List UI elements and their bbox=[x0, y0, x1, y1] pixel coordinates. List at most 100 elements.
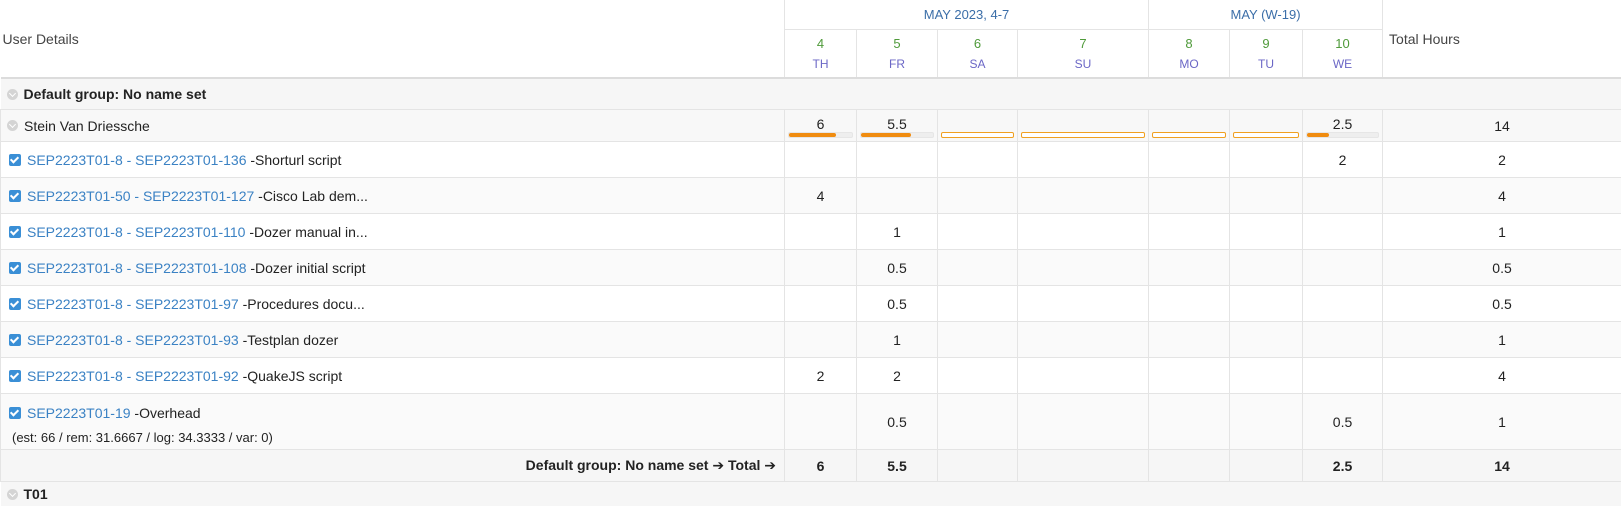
task-checkbox[interactable] bbox=[9, 406, 21, 419]
task-checkbox[interactable] bbox=[9, 369, 21, 382]
task-day-hours[interactable] bbox=[1302, 177, 1384, 214]
task-day-hours[interactable] bbox=[1302, 213, 1384, 250]
task-day-hours[interactable] bbox=[784, 213, 857, 250]
task-link[interactable]: SEP2223T01-8 - SEP2223T01-97 bbox=[27, 296, 239, 312]
task-day-hours[interactable] bbox=[1148, 177, 1231, 214]
task-day-hours[interactable] bbox=[937, 357, 1018, 394]
task-day-hours[interactable]: 0.5 bbox=[856, 393, 938, 450]
task-checkbox[interactable] bbox=[9, 297, 21, 310]
month-header-range: MAY 2023, 4-7 bbox=[783, 0, 1150, 30]
task-checkbox[interactable] bbox=[9, 153, 21, 166]
task-day-hours[interactable] bbox=[1229, 321, 1304, 358]
day-number: 8 bbox=[1185, 36, 1193, 51]
task-day-hours[interactable] bbox=[784, 249, 857, 286]
task-checkbox[interactable] bbox=[9, 225, 21, 238]
task-row: SEP2223T01-8 - SEP2223T01-97 -Procedures… bbox=[0, 285, 1621, 322]
task-day-hours[interactable]: 2 bbox=[784, 357, 857, 394]
task-cell: SEP2223T01-19 -Overhead (est: 66 / rem: 3… bbox=[0, 393, 785, 450]
task-day-hours[interactable] bbox=[937, 321, 1018, 358]
task-day-hours[interactable] bbox=[1302, 285, 1384, 322]
task-day-hours[interactable] bbox=[1016, 285, 1150, 322]
task-day-hours[interactable] bbox=[937, 249, 1018, 286]
timesheet-table: User Details MAY 2023, 4-7 MAY (W-19) To… bbox=[0, 0, 1621, 506]
task-day-hours[interactable] bbox=[937, 213, 1018, 250]
task-link[interactable]: SEP2223T01-8 - SEP2223T01-108 bbox=[27, 260, 246, 276]
task-day-hours[interactable] bbox=[856, 141, 938, 178]
task-day-hours[interactable] bbox=[856, 177, 938, 214]
day-header: 4 TH bbox=[784, 29, 857, 79]
task-day-hours[interactable] bbox=[784, 141, 857, 178]
task-day-hours[interactable] bbox=[1016, 141, 1150, 178]
task-day-hours[interactable] bbox=[937, 177, 1018, 214]
group-header[interactable]: Default group: No name set bbox=[0, 77, 1621, 110]
user-name-cell[interactable]: Stein Van Driessche bbox=[0, 109, 785, 142]
task-day-hours[interactable]: 1 bbox=[856, 321, 938, 358]
task-day-hours[interactable] bbox=[1229, 141, 1304, 178]
task-day-hours[interactable] bbox=[1148, 393, 1231, 450]
task-link[interactable]: SEP2223T01-8 - SEP2223T01-92 bbox=[27, 368, 239, 384]
group-header[interactable]: T01 bbox=[0, 481, 1621, 506]
task-day-hours[interactable] bbox=[1148, 141, 1231, 178]
task-day-hours[interactable] bbox=[1148, 285, 1231, 322]
day-number: 4 bbox=[816, 36, 825, 51]
task-link[interactable]: SEP2223T01-8 - SEP2223T01-110 bbox=[27, 224, 245, 240]
task-day-hours[interactable]: 0.5 bbox=[1302, 393, 1384, 450]
task-day-hours[interactable] bbox=[937, 285, 1018, 322]
task-day-hours[interactable] bbox=[937, 141, 1018, 178]
group-label: T01 bbox=[23, 486, 48, 502]
task-description: -Shorturl script bbox=[246, 151, 342, 168]
task-day-hours[interactable] bbox=[1148, 213, 1231, 250]
group-header-row[interactable]: Default group: No name set bbox=[0, 77, 1621, 110]
task-row: SEP2223T01-8 - SEP2223T01-108 -Dozer ini… bbox=[0, 249, 1621, 286]
task-link[interactable]: SEP2223T01-19 bbox=[27, 405, 131, 421]
task-checkbox[interactable] bbox=[9, 261, 21, 274]
task-description: -Overhead bbox=[130, 404, 201, 421]
day-name: TH bbox=[812, 57, 829, 71]
task-day-hours[interactable] bbox=[1302, 321, 1384, 358]
chevron-down-icon[interactable] bbox=[6, 488, 18, 500]
task-day-hours[interactable] bbox=[1148, 249, 1231, 286]
task-day-hours[interactable] bbox=[1016, 213, 1150, 250]
task-day-hours[interactable]: 4 bbox=[784, 177, 857, 214]
task-day-hours[interactable] bbox=[1016, 177, 1150, 214]
task-day-hours[interactable] bbox=[1229, 285, 1304, 322]
hours-progress-bar bbox=[1233, 132, 1300, 138]
task-day-hours[interactable] bbox=[784, 393, 857, 450]
task-checkbox[interactable] bbox=[9, 189, 21, 202]
task-day-hours[interactable] bbox=[1016, 357, 1150, 394]
task-day-hours[interactable]: 2 bbox=[1302, 141, 1384, 178]
task-day-hours[interactable] bbox=[1302, 249, 1384, 286]
task-day-hours[interactable] bbox=[937, 393, 1018, 450]
task-day-hours[interactable] bbox=[1229, 249, 1304, 286]
task-day-hours[interactable]: 2 bbox=[856, 357, 938, 394]
task-description: -Procedures docu... bbox=[238, 295, 365, 312]
task-day-hours[interactable] bbox=[1148, 357, 1231, 394]
task-day-hours[interactable]: 0.5 bbox=[856, 249, 938, 286]
user-details-header: User Details bbox=[0, 0, 785, 79]
task-link[interactable]: SEP2223T01-50 - SEP2223T01-127 bbox=[27, 188, 254, 204]
chevron-down-icon[interactable] bbox=[7, 120, 18, 132]
task-day-hours[interactable] bbox=[784, 285, 857, 322]
task-day-hours[interactable] bbox=[1016, 321, 1150, 358]
task-day-hours[interactable] bbox=[1302, 357, 1384, 394]
task-day-hours[interactable]: 1 bbox=[856, 213, 938, 250]
user-day-cell bbox=[937, 109, 1018, 142]
task-day-hours[interactable] bbox=[784, 321, 857, 358]
task-day-hours[interactable]: 0.5 bbox=[856, 285, 938, 322]
day-number: 9 bbox=[1262, 36, 1270, 51]
task-total-hours: 1 bbox=[1382, 213, 1621, 250]
task-day-hours[interactable] bbox=[1229, 213, 1304, 250]
day-name: SU bbox=[1074, 57, 1092, 71]
task-day-hours[interactable] bbox=[1229, 177, 1304, 214]
chevron-down-icon[interactable] bbox=[6, 88, 18, 100]
group-header-row[interactable]: T01 bbox=[0, 481, 1621, 506]
task-link[interactable]: SEP2223T01-8 - SEP2223T01-136 bbox=[27, 152, 246, 168]
task-description: -Cisco Lab dem... bbox=[254, 187, 368, 204]
task-day-hours[interactable] bbox=[1148, 321, 1231, 358]
task-checkbox[interactable] bbox=[9, 333, 21, 346]
task-day-hours[interactable] bbox=[1016, 393, 1150, 450]
task-day-hours[interactable] bbox=[1229, 393, 1304, 450]
task-day-hours[interactable] bbox=[1016, 249, 1150, 286]
task-day-hours[interactable] bbox=[1229, 357, 1304, 394]
task-link[interactable]: SEP2223T01-8 - SEP2223T01-93 bbox=[27, 332, 239, 348]
